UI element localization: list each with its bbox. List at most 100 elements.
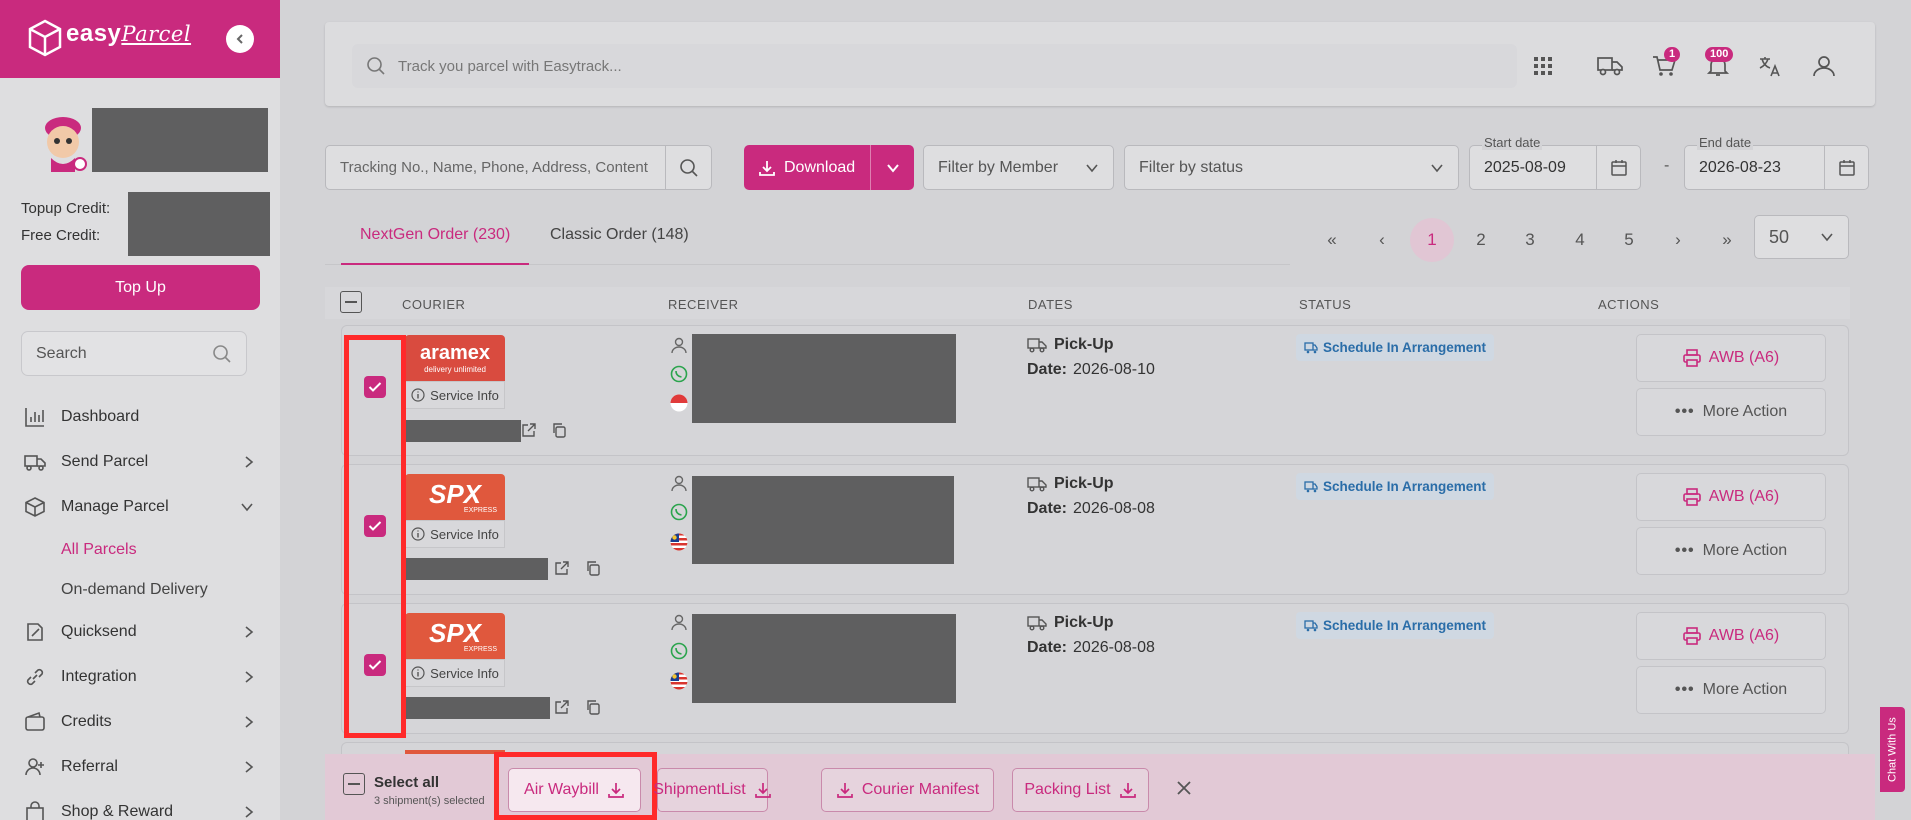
copy-icon[interactable] [551,422,567,438]
whatsapp-icon[interactable] [670,503,688,521]
service-info-button[interactable]: Service Info [405,520,505,548]
easytrack-search-input[interactable]: Track you parcel with Easytrack... [352,44,1517,88]
awb-print-button[interactable]: AWB (A6) [1636,612,1826,660]
pagination-prev[interactable]: ‹ [1360,218,1404,262]
truck-icon [1304,341,1318,354]
collapse-sidebar-button[interactable] [226,25,254,53]
external-link-icon[interactable] [521,422,537,438]
more-action-button[interactable]: ••• More Action [1636,388,1826,436]
service-info-button[interactable]: Service Info [405,659,505,687]
pagination-next[interactable]: › [1656,218,1700,262]
tracking-number-redacted [405,697,550,719]
courier-tagline: EXPRESS [463,645,497,653]
external-link-icon[interactable] [554,699,570,715]
pagination-page-1[interactable]: 1 [1410,218,1454,262]
truck-icon [24,451,46,473]
sidebar-item-quicksend[interactable]: Quicksend [24,617,254,647]
status-text: Schedule In Arrangement [1323,618,1487,633]
sidebar-item-credits[interactable]: Credits [24,707,254,737]
top-up-button[interactable]: Top Up [21,265,260,310]
pagination-page-2[interactable]: 2 [1459,218,1503,262]
sidebar-item-dashboard[interactable]: Dashboard [24,402,254,432]
apps-grid-icon[interactable] [1529,52,1557,80]
status-badge: Schedule In Arrangement [1296,334,1495,361]
pagination-last[interactable]: » [1705,218,1749,262]
start-date-input[interactable]: Start date 2025-08-09 [1469,135,1641,190]
date-separator: - [1664,157,1670,174]
chevron-left-icon [234,33,246,45]
service-info-label: Service Info [430,387,499,403]
pagination-first[interactable]: « [1310,218,1354,262]
more-action-button[interactable]: ••• More Action [1636,527,1826,575]
sidebar-item-label: Dashboard [61,408,140,425]
calendar-icon[interactable] [1824,146,1868,189]
date-value: 2026-08-08 [1073,639,1155,656]
status-badge: Schedule In Arrangement [1296,612,1495,639]
copy-icon[interactable] [585,699,601,715]
pickup-date: Date: 2026-08-08 [1027,639,1155,657]
sidebar-item-integration[interactable]: Integration [24,662,254,692]
order-search-button[interactable] [665,146,711,189]
filter-by-member-select[interactable]: Filter by Member [923,145,1114,190]
chevron-right-icon [244,760,254,774]
sidebar-subitem-on-demand-delivery[interactable]: On-demand Delivery [61,581,208,599]
header-select-all-checkbox[interactable] [340,291,362,313]
select-all-label[interactable]: Select all [374,774,439,791]
awb-label: AWB (A6) [1708,488,1780,505]
end-date-value: 2026-08-23 [1699,159,1781,176]
order-search-input[interactable]: Tracking No., Name, Phone, Address, Cont… [325,145,712,190]
receiver-details-redacted [692,334,956,423]
date-label: Date: [1027,639,1068,656]
date-label: Date: [1027,500,1068,517]
tab-classic-order[interactable]: Classic Order (148) [550,226,689,244]
pagination-page-3[interactable]: 3 [1508,218,1552,262]
sidebar-subitem-all-parcels[interactable]: All Parcels [61,541,137,559]
download-icon [607,781,625,799]
awb-print-button[interactable]: AWB (A6) [1636,334,1826,382]
sidebar-item-manage-parcel[interactable]: Manage Parcel [24,492,254,522]
tab-nextgen-order[interactable]: NextGen Order (230) [360,226,510,244]
select-all-checkbox[interactable] [343,773,365,795]
sidebar-item-label: Referral [61,758,118,775]
courier-manifest-button[interactable]: Courier Manifest [821,768,994,812]
minus-icon [345,301,357,303]
sidebar-item-referral[interactable]: Referral [24,752,254,782]
shipment-list-button[interactable]: ShipmentList [653,768,771,812]
per-page-select[interactable]: 50 [1754,215,1849,259]
download-dropdown-toggle[interactable] [870,145,914,190]
air-waybill-button[interactable]: Air Waybill [508,768,641,812]
service-info-button[interactable]: Service Info [405,381,505,409]
filter-by-status-select[interactable]: Filter by status [1124,145,1459,190]
close-icon[interactable] [1176,780,1192,796]
wallet-icon [24,711,46,733]
whatsapp-icon[interactable] [670,365,688,383]
chat-with-us-tab[interactable]: Chat With Us [1880,707,1905,792]
calendar-icon[interactable] [1596,146,1640,189]
end-date-input[interactable]: End date 2026-08-23 [1684,135,1869,190]
brand-logo[interactable]: easyParcel [66,20,191,48]
sidebar-item-shop-reward[interactable]: Shop & Reward [24,797,254,820]
copy-icon[interactable] [585,560,601,576]
more-action-button[interactable]: ••• More Action [1636,666,1826,714]
pagination-page-4[interactable]: 4 [1558,218,1602,262]
download-icon [758,159,776,177]
external-link-icon[interactable] [554,560,570,576]
courier-name: SPX [428,617,482,648]
user-account-icon[interactable] [1810,52,1838,80]
sidebar-search-placeholder: Search [36,344,87,362]
date-value: 2026-08-10 [1073,361,1155,378]
avatar[interactable] [36,112,90,174]
courier-manifest-label: Courier Manifest [861,781,980,798]
whatsapp-icon[interactable] [670,642,688,660]
delivery-truck-icon[interactable] [1596,52,1624,80]
sidebar-search-input[interactable]: Search [21,331,247,376]
download-button[interactable]: Download [744,145,914,190]
pagination-page-5[interactable]: 5 [1607,218,1651,262]
sidebar-item-send-parcel[interactable]: Send Parcel [24,447,254,477]
order-search-placeholder: Tracking No., Name, Phone, Address, Cont… [340,159,648,176]
awb-print-button[interactable]: AWB (A6) [1636,473,1826,521]
more-action-label: More Action [1702,681,1788,698]
status-text: Schedule In Arrangement [1323,479,1487,494]
translate-icon[interactable] [1756,52,1784,80]
packing-list-button[interactable]: Packing List [1012,768,1149,812]
